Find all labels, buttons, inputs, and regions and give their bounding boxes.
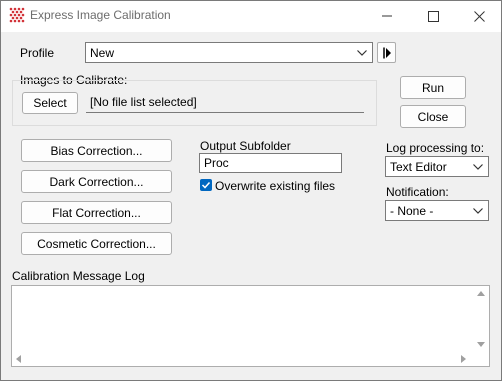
scroll-down-icon[interactable] [477, 342, 485, 347]
flat-correction-button[interactable]: Flat Correction... [21, 201, 172, 224]
output-subfolder-value: Proc [204, 156, 229, 170]
message-log-text [12, 286, 472, 352]
close-button[interactable]: Close [400, 105, 466, 128]
overwrite-label[interactable]: Overwrite existing files [215, 179, 335, 193]
profile-combobox[interactable]: New [85, 42, 373, 63]
log-processing-value: Text Editor [390, 159, 447, 174]
output-subfolder-label: Output Subfolder [200, 139, 291, 153]
chevron-down-icon [473, 207, 483, 214]
cosmetic-correction-button[interactable]: Cosmetic Correction... [21, 232, 172, 255]
profile-menu-button[interactable] [377, 42, 396, 63]
profile-label: Profile [20, 46, 55, 60]
app-icon [9, 7, 25, 23]
minimize-button[interactable] [364, 1, 410, 31]
message-log-area[interactable] [11, 285, 490, 367]
log-processing-select[interactable]: Text Editor [385, 156, 489, 177]
close-window-button[interactable] [456, 1, 502, 31]
notification-label: Notification: [386, 185, 449, 199]
scroll-left-icon[interactable] [16, 355, 21, 363]
maximize-button[interactable] [410, 1, 456, 31]
chevron-down-icon [357, 49, 367, 56]
file-list-text: [No file list selected] [90, 95, 197, 109]
run-button[interactable]: Run [400, 76, 466, 99]
chevron-down-icon [473, 163, 483, 170]
overwrite-checkbox[interactable] [200, 179, 212, 191]
message-log-label: Calibration Message Log [12, 269, 145, 283]
select-files-button[interactable]: Select [22, 92, 78, 114]
scroll-right-icon[interactable] [461, 355, 466, 363]
output-subfolder-input[interactable]: Proc [199, 153, 342, 173]
notification-select[interactable]: - None - [385, 200, 489, 221]
log-processing-label: Log processing to: [386, 141, 485, 155]
horizontal-scrollbar[interactable] [12, 352, 473, 366]
file-list-display: [No file list selected] [86, 92, 364, 113]
bias-correction-button[interactable]: Bias Correction... [21, 139, 172, 162]
profile-value: New [90, 45, 115, 60]
minimize-icon [382, 15, 392, 17]
checkmark-icon [201, 181, 211, 189]
dark-correction-button[interactable]: Dark Correction... [21, 170, 172, 193]
notification-value: - None - [390, 203, 434, 218]
vertical-scrollbar[interactable] [473, 286, 489, 352]
scroll-up-icon[interactable] [477, 291, 485, 296]
play-arrow-icon [382, 47, 391, 58]
maximize-icon [427, 10, 439, 22]
window-title: Express Image Calibration [30, 8, 171, 22]
close-icon [473, 10, 485, 22]
